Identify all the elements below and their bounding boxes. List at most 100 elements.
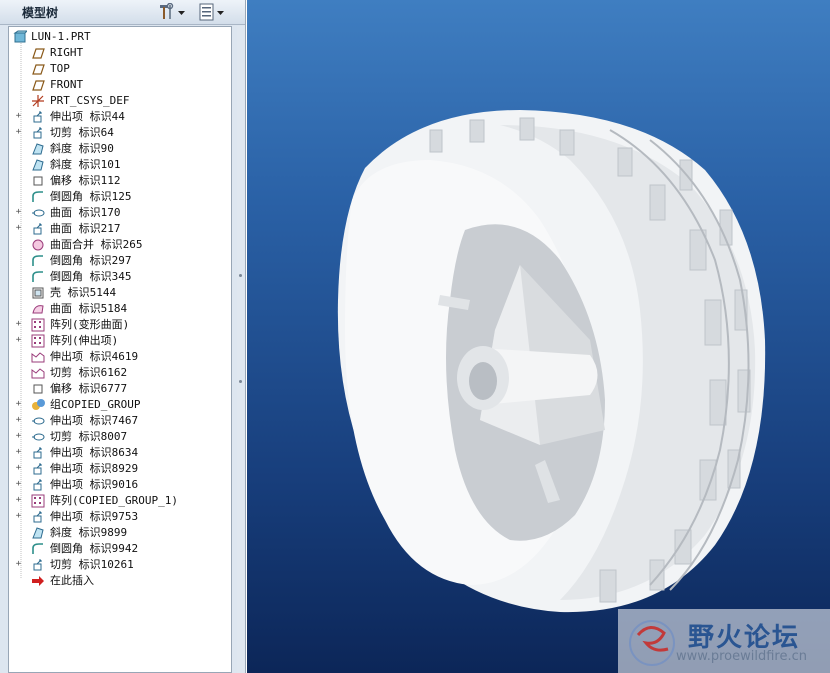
tree-item[interactable]: + 阵列(伸出项): [9, 333, 229, 349]
list-icon: [199, 3, 214, 21]
expand-icon[interactable]: +: [14, 560, 23, 569]
tree-item[interactable]: + 阵列(COPIED_GROUP_1): [9, 493, 229, 509]
tree-item[interactable]: 偏移 标识6777: [9, 381, 229, 397]
expand-icon[interactable]: +: [14, 448, 23, 457]
expand-icon[interactable]: +: [14, 336, 23, 345]
round-icon: [31, 254, 45, 268]
tree-item[interactable]: + 伸出项 标识7467: [9, 413, 229, 429]
tree-item[interactable]: 斜度 标识90: [9, 141, 229, 157]
tree-show-button[interactable]: [199, 2, 224, 22]
expand-icon[interactable]: +: [14, 432, 23, 441]
datum-plane-icon: [31, 78, 45, 92]
graphics-viewport[interactable]: 野火论坛 www.proewildfire.cn: [247, 0, 830, 673]
expand-icon[interactable]: +: [14, 112, 23, 121]
wheel-model[interactable]: [247, 0, 830, 673]
model-tree-panel: 模型树 LUN-1.PRT RIGHT TOP FRONT PRT_CSYS_DEF: [0, 0, 246, 673]
tree-item[interactable]: TOP: [9, 61, 229, 77]
tree-item-label: TOP: [50, 62, 70, 75]
tree-item[interactable]: + 阵列(变形曲面): [9, 317, 229, 333]
model-tree-header: 模型树: [0, 0, 245, 25]
tree-item[interactable]: 伸出项 标识4619: [9, 349, 229, 365]
tree-item[interactable]: + 切剪 标识64: [9, 125, 229, 141]
tree-item-label: 切剪 标识8007: [50, 430, 128, 443]
tree-item-label: 伸出项 标识9016: [50, 478, 139, 491]
expand-icon[interactable]: +: [14, 208, 23, 217]
tree-item[interactable]: 斜度 标识9899: [9, 525, 229, 541]
tree-item[interactable]: 倒圆角 标识345: [9, 269, 229, 285]
tree-item[interactable]: + 切剪 标识10261: [9, 557, 229, 573]
tree-item-label: 伸出项 标识4619: [50, 350, 139, 363]
tree-item[interactable]: 曲面 标识5184: [9, 301, 229, 317]
offset-icon: [31, 174, 45, 188]
extrude-icon: [31, 558, 45, 572]
tree-item[interactable]: FRONT: [9, 77, 229, 93]
tree-item-label: 壳 标识5144: [50, 286, 117, 299]
extrude-icon: [31, 446, 45, 460]
tree-item-label: 组COPIED_GROUP: [50, 398, 141, 411]
draft-icon: [31, 158, 45, 172]
insert-arrow-icon: [31, 574, 45, 588]
tree-item[interactable]: 曲面合并 标识265: [9, 237, 229, 253]
round-icon: [31, 190, 45, 204]
tree-item-label: RIGHT: [50, 46, 84, 59]
tree-item-label: 倒圆角 标识297: [50, 254, 132, 267]
extrude-icon: [31, 478, 45, 492]
csys-icon: [31, 94, 45, 108]
expand-icon[interactable]: +: [14, 128, 23, 137]
expand-icon[interactable]: +: [14, 400, 23, 409]
tree-item[interactable]: PRT_CSYS_DEF: [9, 93, 229, 109]
pattern-icon: [31, 494, 45, 508]
tree-item[interactable]: + 伸出项 标识8929: [9, 461, 229, 477]
panel-splitter[interactable]: [237, 26, 245, 673]
tree-item[interactable]: 在此插入: [9, 573, 229, 589]
tree-item[interactable]: + 伸出项 标识8634: [9, 445, 229, 461]
draft-icon: [31, 142, 45, 156]
tree-item[interactable]: 偏移 标识112: [9, 173, 229, 189]
tree-item-label: PRT_CSYS_DEF: [50, 94, 130, 107]
tree-item-label: 曲面 标识217: [50, 222, 121, 235]
tree-item-label: 倒圆角 标识345: [50, 270, 132, 283]
expand-icon[interactable]: +: [14, 320, 23, 329]
expand-icon[interactable]: +: [14, 480, 23, 489]
expand-icon[interactable]: +: [14, 496, 23, 505]
tree-item[interactable]: 切剪 标识6162: [9, 365, 229, 381]
tree-item[interactable]: + 曲面 标识217: [9, 221, 229, 237]
chevron-down-icon: [178, 10, 185, 15]
expand-icon[interactable]: +: [14, 464, 23, 473]
tree-item[interactable]: 斜度 标识101: [9, 157, 229, 173]
tree-item-label: 倒圆角 标识125: [50, 190, 132, 203]
tree-item-label: 倒圆角 标识9942: [50, 542, 139, 555]
tree-item-label: 在此插入: [50, 574, 94, 587]
extrude-icon: [31, 126, 45, 140]
tree-item[interactable]: + 切剪 标识8007: [9, 429, 229, 445]
expand-icon[interactable]: +: [14, 416, 23, 425]
expand-icon[interactable]: +: [14, 512, 23, 521]
tools-icon: [160, 3, 174, 19]
tree-item[interactable]: + 组COPIED_GROUP: [9, 397, 229, 413]
extrude-icon: [31, 510, 45, 524]
tree-settings-button[interactable]: [158, 2, 185, 22]
expand-icon[interactable]: +: [14, 224, 23, 233]
tree-item[interactable]: LUN-1.PRT: [9, 29, 229, 45]
part-icon: [13, 30, 29, 44]
tree-item[interactable]: + 伸出项 标识9753: [9, 509, 229, 525]
tree-item[interactable]: + 伸出项 标识44: [9, 109, 229, 125]
tree-item[interactable]: 倒圆角 标识297: [9, 253, 229, 269]
tree-item-label: 曲面合并 标识265: [50, 238, 143, 251]
tree-item[interactable]: + 伸出项 标识9016: [9, 477, 229, 493]
tree-item-label: 伸出项 标识9753: [50, 510, 139, 523]
tree-item[interactable]: 壳 标识5144: [9, 285, 229, 301]
watermark: 野火论坛 www.proewildfire.cn: [618, 609, 830, 673]
tree-item-label: 曲面 标识5184: [50, 302, 128, 315]
pattern-icon: [31, 318, 45, 332]
draft-icon: [31, 526, 45, 540]
tree-item[interactable]: RIGHT: [9, 45, 229, 61]
tree-item-label: 阵列(COPIED_GROUP_1): [50, 494, 178, 507]
tree-item[interactable]: 倒圆角 标识9942: [9, 541, 229, 557]
revolve-icon: [31, 206, 45, 220]
group-icon: [31, 398, 45, 412]
tree-item[interactable]: 倒圆角 标识125: [9, 189, 229, 205]
tree-item[interactable]: + 曲面 标识170: [9, 205, 229, 221]
tree-item-label: 偏移 标识6777: [50, 382, 128, 395]
tree-item-label: 曲面 标识170: [50, 206, 121, 219]
